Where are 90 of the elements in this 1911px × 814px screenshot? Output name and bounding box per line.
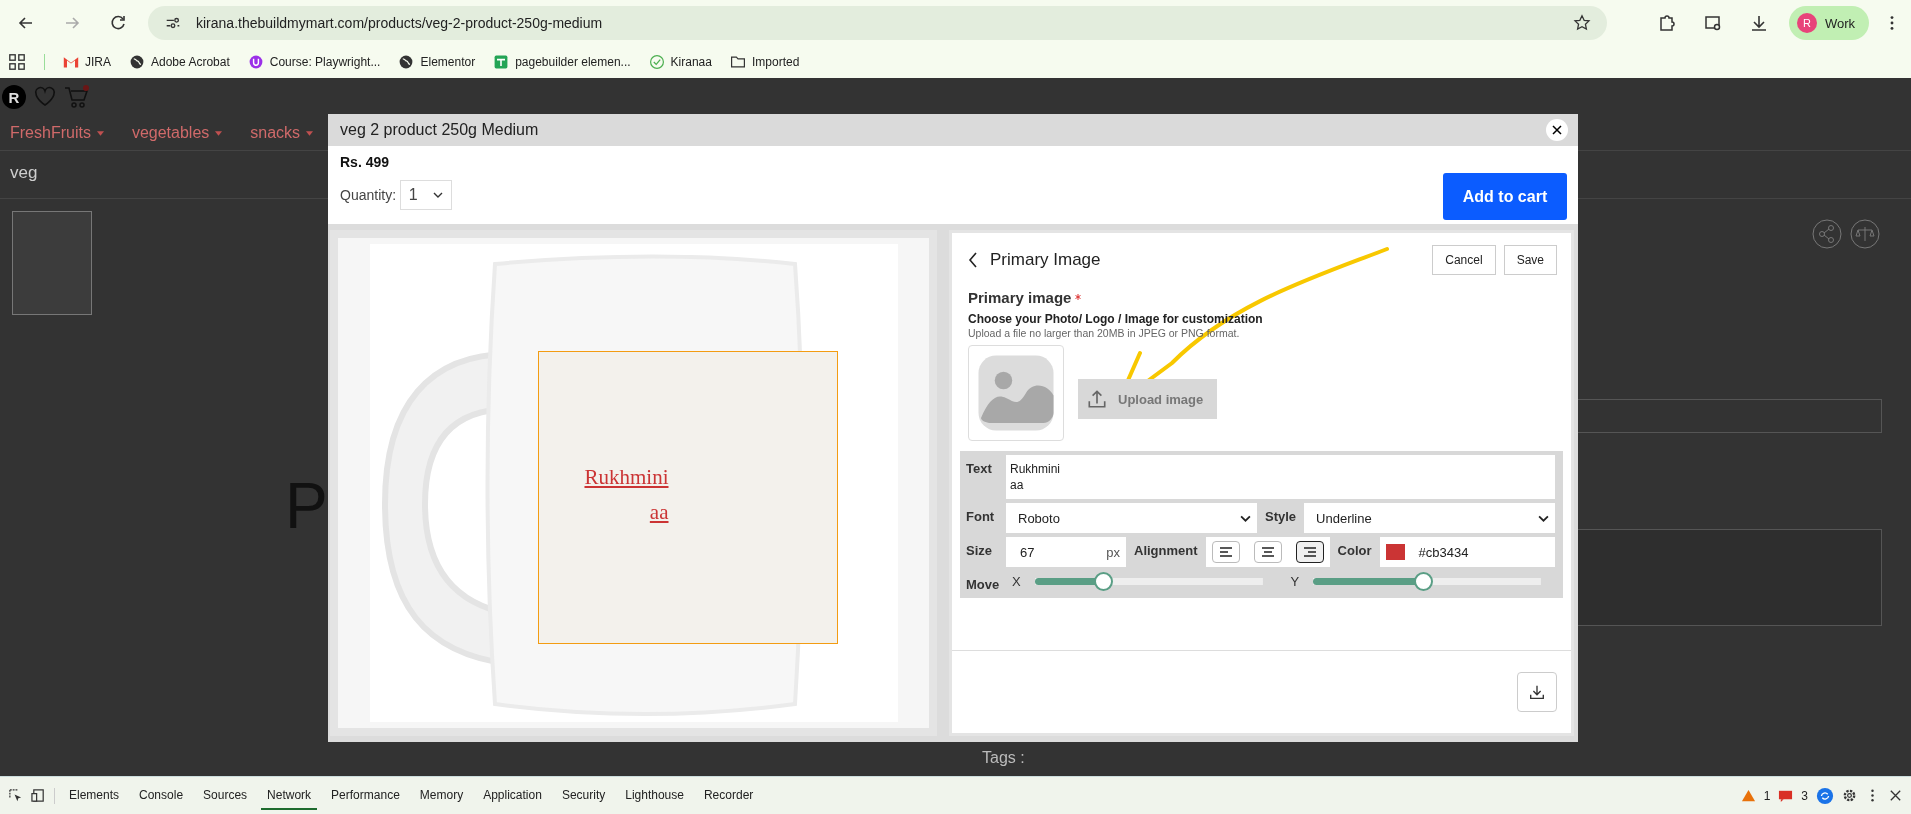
close-button[interactable] <box>1546 119 1568 141</box>
image-icon <box>976 353 1056 433</box>
move-label: Move <box>966 576 998 592</box>
product-thumbnail[interactable] <box>12 211 92 315</box>
upload-icon <box>1086 388 1108 410</box>
devtools-tab[interactable]: Application <box>477 781 548 810</box>
add-to-cart-button[interactable]: Add to cart <box>1443 173 1567 220</box>
preview-text: aa <box>648 499 669 526</box>
nav-menu-item[interactable]: FreshFruits <box>10 124 91 142</box>
tags-label: Tags : <box>982 749 1025 767</box>
bookmark-item[interactable]: Adobe Acrobat <box>129 54 230 70</box>
field-label: Primary image <box>968 289 1072 306</box>
print-area[interactable]: Rukhmini aa <box>537 351 838 644</box>
text-input[interactable]: Rukhmini aa <box>1006 455 1555 499</box>
slider-thumb[interactable] <box>1094 572 1113 591</box>
close-icon <box>1551 124 1563 136</box>
text-label: Text <box>966 460 993 478</box>
devtools-tab[interactable]: Sources <box>197 781 254 810</box>
style-label: Style <box>1264 508 1297 526</box>
chevron-down-icon <box>1239 514 1251 522</box>
size-label: Size <box>966 542 993 560</box>
share-icon[interactable] <box>1812 219 1842 249</box>
chevron-down-icon <box>1538 514 1549 522</box>
devtools-tab[interactable]: Elements <box>63 781 126 810</box>
settings-icon[interactable] <box>1842 788 1857 803</box>
warning-icon[interactable] <box>1740 788 1756 803</box>
error-icon[interactable] <box>1778 788 1794 803</box>
align-left-icon <box>1218 547 1233 557</box>
caret-icon <box>306 130 314 136</box>
save-button[interactable]: Save <box>1503 245 1557 275</box>
bookmark-item[interactable]: Course: Playwright... <box>247 54 381 70</box>
back-chevron-icon[interactable] <box>968 251 978 269</box>
caret-icon <box>96 130 104 136</box>
download-icon <box>1528 683 1546 701</box>
panel-title: Primary Image <box>990 250 1101 270</box>
size-input[interactable]: 67 px <box>1006 537 1126 567</box>
warning-count[interactable]: 1 <box>1763 788 1771 803</box>
align-button[interactable] <box>1211 541 1240 563</box>
dialog-title: veg 2 product 250g Medium <box>340 121 539 139</box>
site-logo[interactable]: R <box>2 85 26 109</box>
apps-grid-icon[interactable] <box>8 53 26 71</box>
bookmark-item[interactable]: Imported <box>729 54 800 70</box>
sheet-icon <box>493 54 510 70</box>
font-select[interactable]: Roboto <box>1006 503 1257 533</box>
nav-menu-item[interactable]: vegetables <box>131 124 210 142</box>
search-tab-icon[interactable] <box>1702 13 1723 33</box>
bookmark-item[interactable]: pagebuilder elemen... <box>493 54 631 70</box>
caret-icon <box>215 130 223 136</box>
devtools-tab[interactable]: Lighthouse <box>619 781 690 810</box>
profile-button[interactable]: R Work <box>1788 6 1869 40</box>
error-count[interactable]: 3 <box>1801 788 1808 803</box>
devtools-tab[interactable]: Memory <box>413 781 470 810</box>
inspect-icon[interactable] <box>8 788 23 803</box>
badge-icon <box>247 54 264 70</box>
check-circle-icon <box>648 54 665 70</box>
axis-label: X <box>1011 574 1022 589</box>
scale-icon[interactable] <box>1850 219 1880 249</box>
quantity-select[interactable]: 1 <box>400 180 453 210</box>
style-select[interactable]: Underline <box>1304 503 1555 533</box>
sync-icon[interactable] <box>1816 786 1834 805</box>
align-button[interactable] <box>1295 541 1324 563</box>
bookmark-item[interactable]: JIRA <box>63 54 111 70</box>
devtools-tab[interactable]: Console <box>133 781 190 810</box>
alignment-label: Alignment <box>1134 542 1198 560</box>
align-center-icon <box>1260 547 1275 557</box>
font-label: Font <box>966 508 996 526</box>
close-icon[interactable] <box>1888 788 1903 803</box>
devtools-tab[interactable]: Performance <box>325 781 406 810</box>
align-button[interactable] <box>1253 541 1282 563</box>
bookmark-item[interactable]: Kiranaa <box>648 54 712 70</box>
chevron-down-icon <box>433 192 444 198</box>
device-icon[interactable] <box>31 788 46 803</box>
align-right-icon <box>1302 547 1317 557</box>
nav-menu-item[interactable]: snacks <box>250 124 301 142</box>
cancel-button[interactable]: Cancel <box>1432 245 1496 275</box>
axis-label: Y <box>1289 574 1301 589</box>
color-input[interactable]: #cb3434 <box>1379 537 1555 567</box>
devtools-tab[interactable]: Security <box>555 781 612 810</box>
download-button[interactable] <box>1517 672 1557 712</box>
color-label: Color <box>1337 542 1372 560</box>
preview-text: Rukhmini <box>583 464 669 491</box>
slider-thumb[interactable] <box>1413 572 1433 591</box>
price: Rs. 499 <box>340 154 391 170</box>
devtools-tab[interactable]: Recorder <box>697 781 760 810</box>
folder-icon <box>729 54 746 70</box>
devtools-tab[interactable]: Network <box>261 781 318 810</box>
address-bar[interactable]: kirana.thebuildmymart.com/products/veg-2-product-250g-medium <box>148 6 1607 40</box>
bookmark-item[interactable]: Elementor <box>398 54 476 70</box>
star-icon[interactable] <box>1572 14 1591 32</box>
quantity-label: Quantity: <box>340 187 397 203</box>
